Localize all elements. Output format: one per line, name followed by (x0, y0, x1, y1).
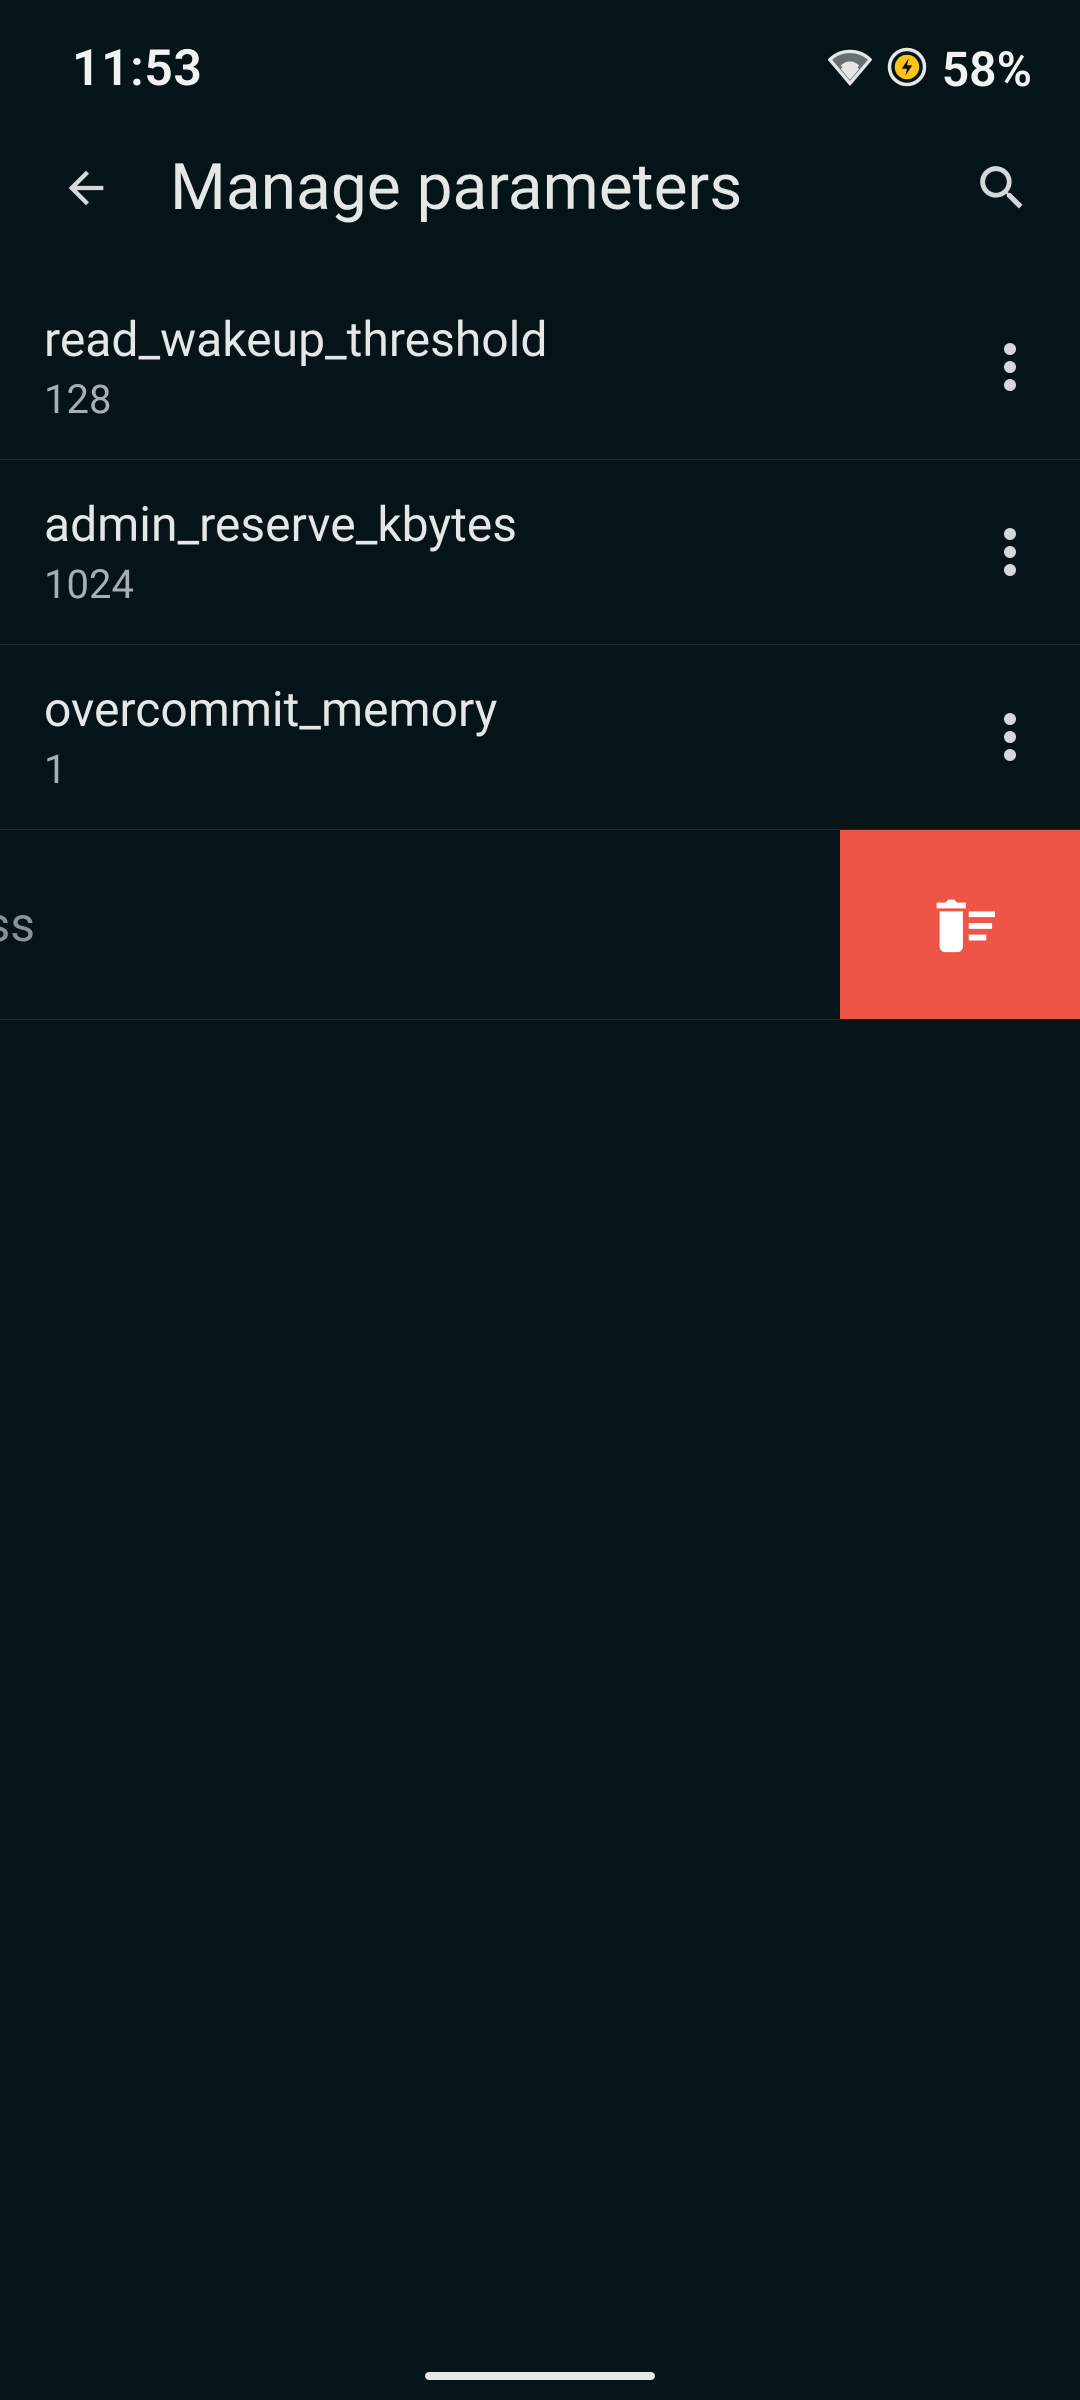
back-button[interactable] (50, 152, 122, 224)
status-time: 11:53 (72, 40, 202, 98)
delete-sweep-icon (925, 888, 995, 962)
list-item[interactable]: read_wakeup_threshold 128 (0, 275, 1080, 460)
delete-button[interactable] (840, 830, 1080, 1019)
more-button[interactable] (980, 522, 1040, 582)
home-indicator[interactable] (425, 2372, 655, 2380)
battery-saver-icon (886, 46, 928, 92)
app-bar: Manage parameters (0, 110, 1080, 275)
param-name: read_wakeup_threshold (44, 311, 547, 368)
list-item-swiped[interactable]: ess (0, 830, 1080, 1020)
list-item[interactable]: admin_reserve_kbytes 1024 (0, 460, 1080, 645)
wifi-icon (828, 45, 872, 93)
more-button[interactable] (980, 337, 1040, 397)
param-name: admin_reserve_kbytes (44, 496, 517, 553)
battery-percentage: 58% (942, 41, 1032, 98)
parameter-list: read_wakeup_threshold 128 admin_reserve_… (0, 275, 1080, 1020)
param-value: 1024 (44, 561, 517, 608)
param-value: 1 (44, 746, 497, 793)
page-title: Manage parameters (170, 150, 918, 225)
param-value: 128 (44, 376, 547, 423)
status-bar: 11:53 58% (0, 0, 1080, 110)
list-item[interactable]: overcommit_memory 1 (0, 645, 1080, 830)
more-button[interactable] (980, 707, 1040, 767)
search-button[interactable] (966, 152, 1038, 224)
param-name-fragment: ess (0, 896, 35, 953)
status-right: 58% (828, 41, 1032, 98)
param-name: overcommit_memory (44, 681, 497, 738)
